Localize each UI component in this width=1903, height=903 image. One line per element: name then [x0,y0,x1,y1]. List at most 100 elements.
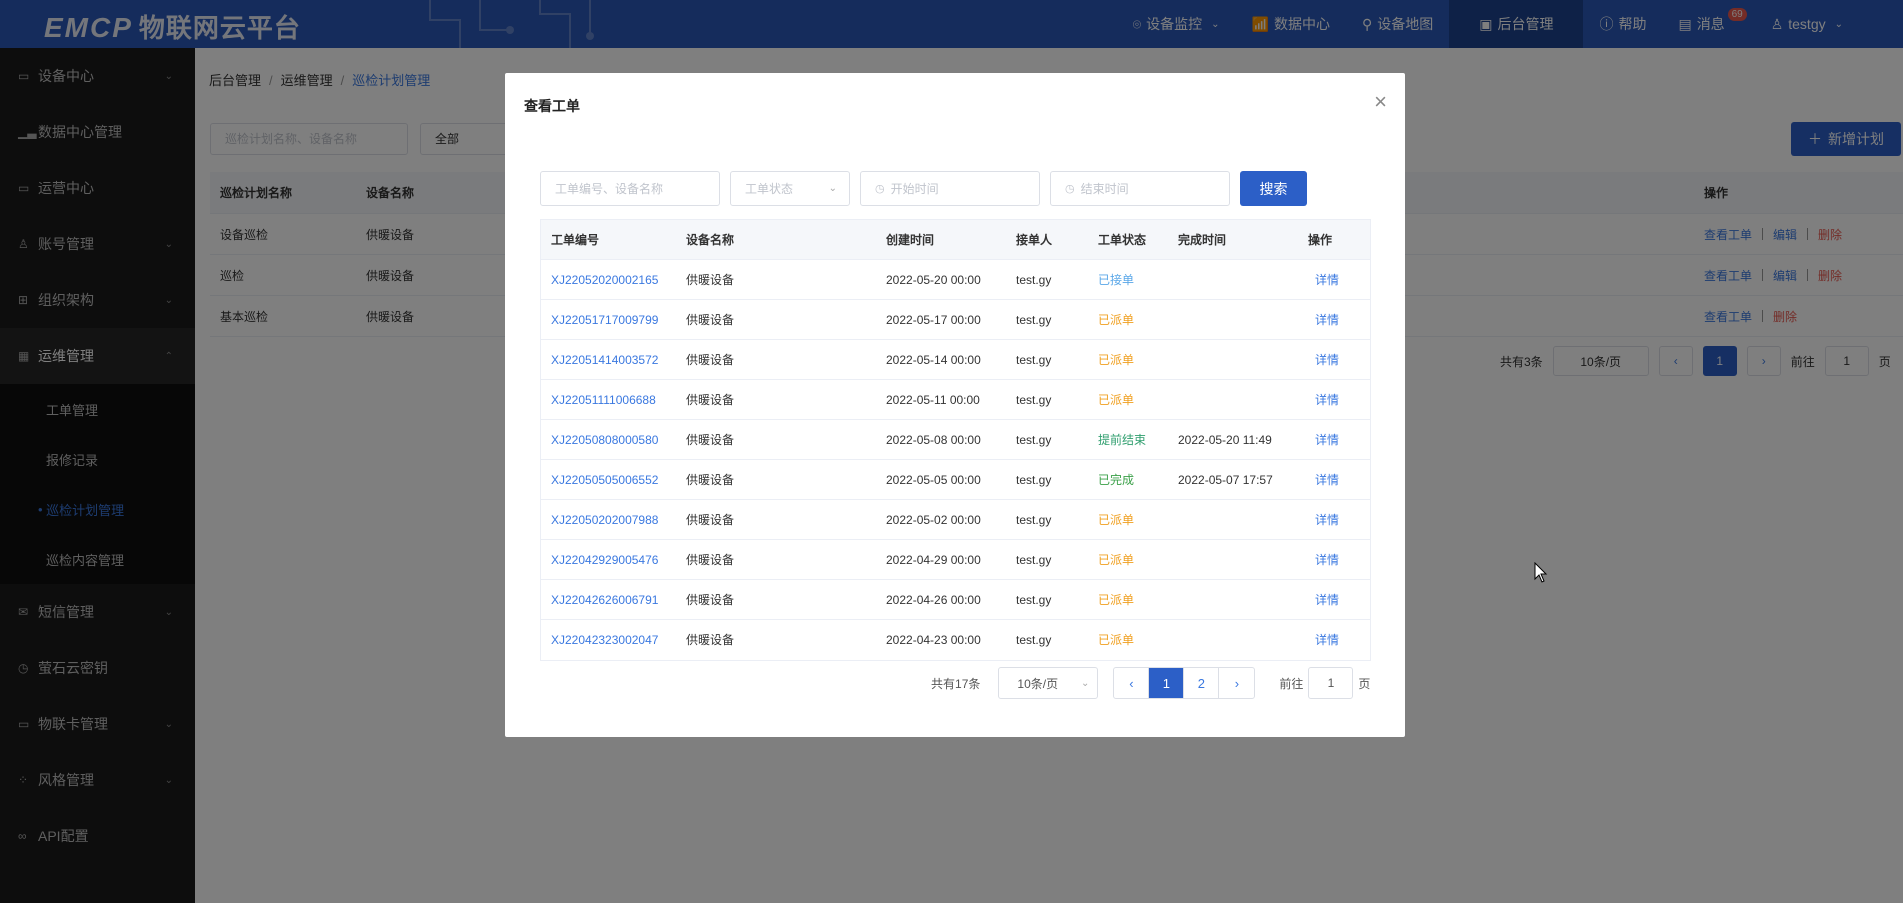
goto-label: 前往 [1279,676,1304,691]
chevron-down-icon: ⌄ [1081,677,1090,689]
table-row: XJ22051414003572 供暖设备 2022-05-14 00:00 t… [541,340,1370,380]
table-row: XJ22051111006688 供暖设备 2022-05-11 00:00 t… [541,380,1370,420]
details-link[interactable]: 详情 [1315,540,1339,580]
created-time: 2022-05-17 00:00 [886,313,981,327]
created-time: 2022-04-26 00:00 [886,593,981,607]
details-link[interactable]: 详情 [1315,340,1339,380]
column-header: 设备名称 [686,233,735,247]
details-link[interactable]: 详情 [1315,260,1339,300]
receiver: test.gy [1016,553,1052,567]
page-buttons: ‹ 1 2 › [1113,667,1256,699]
placeholder: 开始时间 [890,182,939,196]
finished-time: 2022-05-07 17:57 [1178,473,1273,487]
table-row: XJ22042323002047 供暖设备 2022-04-23 00:00 t… [541,620,1370,660]
close-icon[interactable]: × [1374,91,1387,113]
workorder-id-link[interactable]: XJ22042626006791 [551,580,658,620]
created-time: 2022-05-20 00:00 [886,273,981,287]
device-name: 供暖设备 [686,513,735,527]
end-time-picker[interactable]: ◷ 结束时间 [1050,171,1230,206]
receiver: test.gy [1016,313,1052,327]
created-time: 2022-05-11 00:00 [886,393,980,407]
workorder-id-link[interactable]: XJ22042929005476 [551,540,658,580]
placeholder: 工单状态 [745,182,794,196]
workorder-id-link[interactable]: XJ22051111006688 [551,380,656,420]
clock-icon: ◷ [1065,183,1075,195]
details-link[interactable]: 详情 [1315,420,1339,460]
status-badge: 已派单 [1098,593,1135,607]
prev-page-button[interactable]: ‹ [1114,668,1150,698]
receiver: test.gy [1016,353,1052,367]
device-name: 供暖设备 [686,353,735,367]
created-time: 2022-05-08 00:00 [886,433,981,447]
workorder-status-select[interactable]: 工单状态 ⌄ [730,171,850,206]
next-page-button[interactable]: › [1219,668,1254,698]
created-time: 2022-05-05 00:00 [886,473,981,487]
page-1-button[interactable]: 1 [1149,668,1185,698]
workorder-id-link[interactable]: XJ22042323002047 [551,620,658,660]
goto-page: 前往 1 页 [1279,667,1370,699]
chevron-down-icon: ⌄ [828,183,837,194]
details-link[interactable]: 详情 [1315,580,1339,620]
workorder-id-link[interactable]: XJ22051717009799 [551,300,658,340]
table-row: XJ22050505006552 供暖设备 2022-05-05 00:00 t… [541,460,1370,500]
table-header: 工单编号 设备名称 创建时间 接单人 工单状态 完成时间 操作 [541,220,1370,260]
page-size-value: 10条/页 [1017,676,1059,691]
start-time-picker[interactable]: ◷ 开始时间 [860,171,1040,206]
details-link[interactable]: 详情 [1315,500,1339,540]
details-link[interactable]: 详情 [1315,620,1339,660]
device-name: 供暖设备 [686,393,735,407]
workorder-pagination: 共有17条 10条/页 ⌄ ‹ 1 2 › 前往 1 页 [931,667,1370,699]
status-badge: 已派单 [1098,513,1135,527]
table-row: XJ22051717009799 供暖设备 2022-05-17 00:00 t… [541,300,1370,340]
page-2-button[interactable]: 2 [1184,668,1220,698]
table-row: XJ22052020002165 供暖设备 2022-05-20 00:00 t… [541,260,1370,300]
workorder-id-link[interactable]: XJ22050505006552 [551,460,658,500]
placeholder: 结束时间 [1080,182,1129,196]
status-badge: 已派单 [1098,553,1135,567]
device-name: 供暖设备 [686,593,735,607]
created-time: 2022-05-02 00:00 [886,513,981,527]
receiver: test.gy [1016,593,1052,607]
page-unit-label: 页 [1358,676,1371,691]
goto-page-input[interactable]: 1 [1308,667,1354,699]
status-badge: 已派单 [1098,353,1135,367]
status-badge: 已派单 [1098,393,1135,407]
workorder-id-link[interactable]: XJ22050202007988 [551,500,658,540]
device-name: 供暖设备 [686,553,735,567]
details-link[interactable]: 详情 [1315,460,1339,500]
total-count: 共有17条 [931,676,981,691]
workorder-table: 工单编号 设备名称 创建时间 接单人 工单状态 完成时间 操作 XJ220520… [540,219,1371,661]
details-link[interactable]: 详情 [1315,380,1339,420]
status-badge: 已完成 [1098,473,1135,487]
device-name: 供暖设备 [686,313,735,327]
search-button[interactable]: 搜索 [1240,171,1307,206]
status-badge: 已派单 [1098,633,1135,647]
modal-title: 查看工单 [524,98,580,114]
workorder-id-link[interactable]: XJ22052020002165 [551,260,658,300]
column-header: 操作 [1308,233,1333,247]
status-badge: 提前结束 [1098,433,1147,447]
receiver: test.gy [1016,473,1052,487]
clock-icon: ◷ [875,183,885,195]
workorder-search-input[interactable]: 工单编号、设备名称 [540,171,720,206]
device-name: 供暖设备 [686,473,735,487]
placeholder: 工单编号、设备名称 [555,182,664,196]
status-badge: 已派单 [1098,313,1135,327]
workorder-id-link[interactable]: XJ22050808000580 [551,420,658,460]
device-name: 供暖设备 [686,633,735,647]
device-name: 供暖设备 [686,433,735,447]
page-size-select[interactable]: 10条/页 ⌄ [998,667,1099,699]
receiver: test.gy [1016,273,1052,287]
device-name: 供暖设备 [686,273,735,287]
column-header: 创建时间 [886,233,935,247]
details-link[interactable]: 详情 [1315,300,1339,340]
workorder-id-link[interactable]: XJ22051414003572 [551,340,658,380]
table-row: XJ22050808000580 供暖设备 2022-05-08 00:00 t… [541,420,1370,460]
table-row: XJ22050202007988 供暖设备 2022-05-02 00:00 t… [541,500,1370,540]
receiver: test.gy [1016,433,1052,447]
created-time: 2022-04-23 00:00 [886,633,981,647]
column-header: 工单编号 [551,233,600,247]
table-row: XJ22042929005476 供暖设备 2022-04-29 00:00 t… [541,540,1370,580]
column-header: 完成时间 [1178,233,1227,247]
table-row: XJ22042626006791 供暖设备 2022-04-26 00:00 t… [541,580,1370,620]
